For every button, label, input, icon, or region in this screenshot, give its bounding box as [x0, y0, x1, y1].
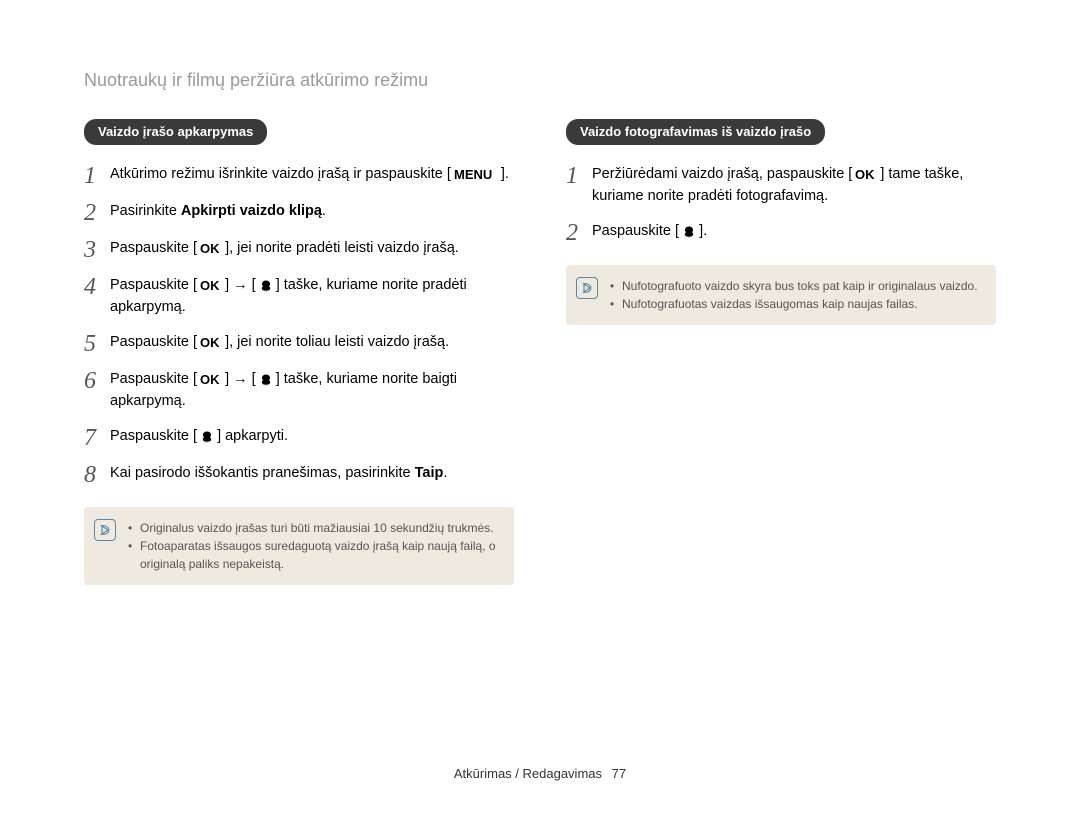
svg-text:OK: OK: [200, 242, 220, 256]
step-number: 3: [84, 237, 110, 262]
step: 8Kai pasirodo iššokantis pranešimas, pas…: [84, 462, 514, 487]
step-text: Paspauskite [].: [592, 220, 707, 242]
right-column: Vaizdo fotografavimas iš vaizdo įrašo 1P…: [566, 119, 996, 585]
step-text: Paspauskite [] apkarpyti.: [110, 425, 288, 447]
info-icon: [576, 277, 598, 299]
svg-text:OK: OK: [200, 373, 220, 387]
step-text: Paspauskite [OK] → [] taške, kuriame nor…: [110, 274, 514, 319]
step-number: 8: [84, 462, 110, 487]
ok-icon: OK: [853, 168, 879, 182]
left-info-box: Originalus vaizdo įrašas turi būti mažia…: [84, 507, 514, 585]
ok-icon: OK: [198, 279, 224, 293]
step: 7Paspauskite [] apkarpyti.: [84, 425, 514, 450]
ok-icon: OK: [198, 242, 224, 256]
step-number: 2: [566, 220, 592, 245]
step-number: 6: [84, 368, 110, 393]
step-number: 1: [84, 163, 110, 188]
step-text: Peržiūrėdami vaizdo įrašą, paspauskite […: [592, 163, 996, 208]
step: 3Paspauskite [OK], jei norite pradėti le…: [84, 237, 514, 262]
info-item: Fotoaparatas išsaugos suredaguotą vaizdo…: [128, 537, 500, 573]
left-steps: 1Atkūrimo režimu išrinkite vaizdo įrašą …: [84, 163, 514, 487]
svg-text:OK: OK: [200, 336, 220, 350]
svg-text:OK: OK: [855, 168, 875, 182]
step-text: Pasirinkite Apkirpti vaizdo klipą.: [110, 200, 326, 222]
right-info-box: Nufotografuoto vaizdo skyra bus toks pat…: [566, 265, 996, 325]
left-info-list: Originalus vaizdo įrašas turi būti mažia…: [128, 519, 500, 573]
step-text: Paspauskite [OK], jei norite toliau leis…: [110, 331, 449, 353]
step: 1Atkūrimo režimu išrinkite vaizdo įrašą …: [84, 163, 514, 188]
menu-icon: MENU: [452, 168, 500, 182]
step: 2Pasirinkite Apkirpti vaizdo klipą.: [84, 200, 514, 225]
macro-down-icon: [680, 225, 698, 239]
step-number: 2: [84, 200, 110, 225]
step: 4Paspauskite [OK] → [] taške, kuriame no…: [84, 274, 514, 319]
step-number: 1: [566, 163, 592, 188]
step: 2Paspauskite [].: [566, 220, 996, 245]
step-number: 4: [84, 274, 110, 299]
ok-icon: OK: [198, 336, 224, 350]
step: 1Peržiūrėdami vaizdo įrašą, paspauskite …: [566, 163, 996, 208]
ok-icon: OK: [198, 373, 224, 387]
footer-page-number: 77: [612, 766, 626, 781]
right-heading-pill: Vaizdo fotografavimas iš vaizdo įrašo: [566, 119, 825, 145]
info-item: Nufotografuoto vaizdo skyra bus toks pat…: [610, 277, 982, 295]
step-number: 5: [84, 331, 110, 356]
step-text: Paspauskite [OK] → [] taške, kuriame nor…: [110, 368, 514, 413]
svg-text:OK: OK: [200, 279, 220, 293]
left-heading-pill: Vaizdo įrašo apkarpymas: [84, 119, 267, 145]
page-title: Nuotraukų ir filmų peržiūra atkūrimo rež…: [84, 70, 996, 91]
step: 5Paspauskite [OK], jei norite toliau lei…: [84, 331, 514, 356]
macro-down-icon: [257, 373, 275, 387]
step-text: Atkūrimo režimu išrinkite vaizdo įrašą i…: [110, 163, 509, 185]
left-column: Vaizdo įrašo apkarpymas 1Atkūrimo režimu…: [84, 119, 514, 585]
step-text: Kai pasirodo iššokantis pranešimas, pasi…: [110, 462, 447, 484]
svg-text:MENU: MENU: [454, 168, 492, 182]
info-item: Nufotografuotas vaizdas išsaugomas kaip …: [610, 295, 982, 313]
macro-down-icon: [257, 279, 275, 293]
right-info-list: Nufotografuoto vaizdo skyra bus toks pat…: [610, 277, 982, 313]
right-steps: 1Peržiūrėdami vaizdo įrašą, paspauskite …: [566, 163, 996, 245]
footer-section: Atkūrimas / Redagavimas: [454, 766, 602, 781]
page-footer: Atkūrimas / Redagavimas 77: [0, 766, 1080, 781]
macro-down-icon: [198, 430, 216, 444]
step-text: Paspauskite [OK], jei norite pradėti lei…: [110, 237, 459, 259]
info-icon: [94, 519, 116, 541]
step-number: 7: [84, 425, 110, 450]
info-item: Originalus vaizdo įrašas turi būti mažia…: [128, 519, 500, 537]
step: 6Paspauskite [OK] → [] taške, kuriame no…: [84, 368, 514, 413]
